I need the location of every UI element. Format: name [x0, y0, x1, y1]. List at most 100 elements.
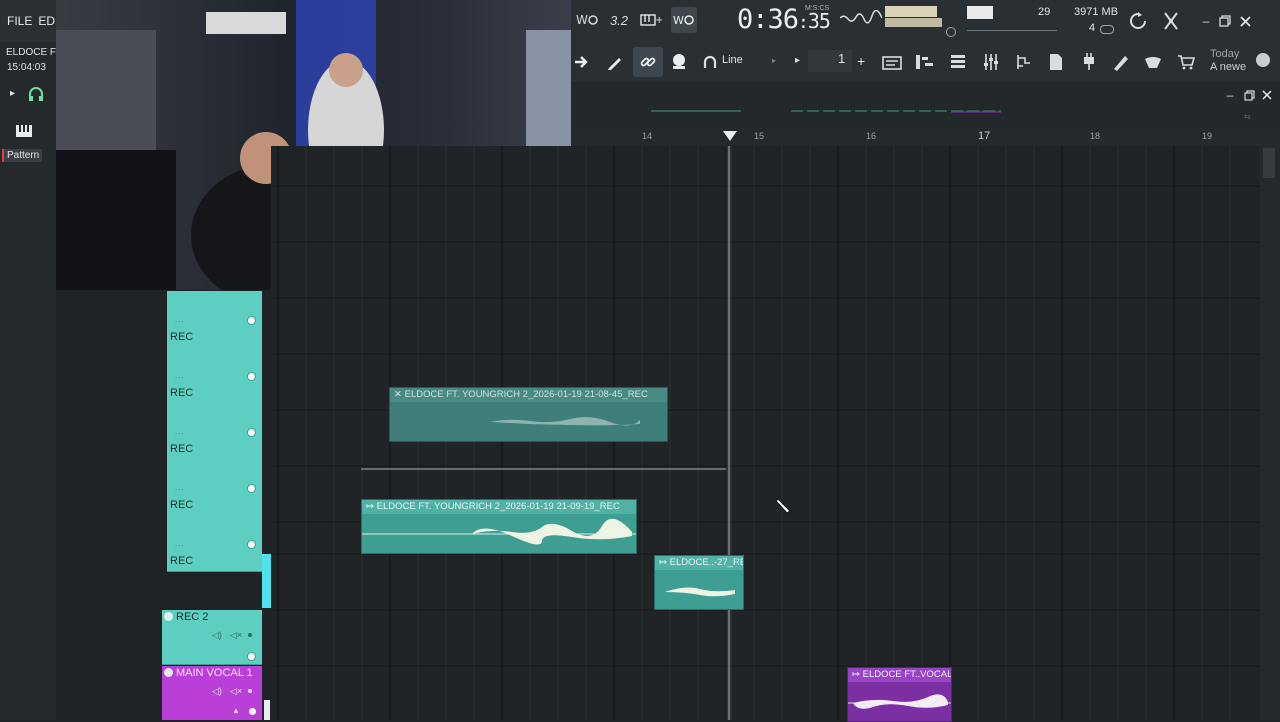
- mixer-icon[interactable]: [978, 49, 1004, 75]
- channel-rack-icon[interactable]: [945, 49, 971, 75]
- clip-waveform: [362, 515, 636, 553]
- metronome-icon[interactable]: W: [574, 7, 600, 33]
- mute-speaker-icon[interactable]: ◁×: [230, 630, 242, 641]
- recording-mode-icon[interactable]: W: [671, 7, 697, 33]
- pattern-selector[interactable]: 1: [808, 50, 852, 72]
- track-label: MAIN VOCAL 1: [176, 667, 253, 679]
- ruler-bar-15: 15: [754, 131, 765, 141]
- paint-tool-icon[interactable]: [666, 49, 692, 75]
- cpu-value: 29: [1038, 6, 1051, 18]
- mouse-cursor-icon: [775, 497, 794, 520]
- track-header-2[interactable]: ... REC: [167, 347, 262, 404]
- audio-clip[interactable]: ✕ ELDOCE FT. YOUNGRICH 2_2026-01-19 21-0…: [389, 387, 668, 442]
- midi-learn-icon[interactable]: [1158, 8, 1184, 34]
- track-mute-led[interactable]: [247, 540, 256, 549]
- track-label: REC 2: [176, 611, 209, 623]
- track-header-5[interactable]: ... REC: [167, 515, 262, 572]
- track-header-3[interactable]: ... REC: [167, 403, 262, 460]
- channel-routing-icon[interactable]: [1011, 49, 1037, 75]
- track-mute-led[interactable]: [247, 316, 256, 325]
- snap-selector[interactable]: Line: [722, 54, 743, 66]
- track-header-6[interactable]: REC 2 ◁) ◁×: [162, 610, 262, 665]
- playlist-icon[interactable]: [879, 49, 905, 75]
- pattern-tab[interactable]: Pattern: [2, 149, 43, 162]
- plugin-plug-icon[interactable]: [1076, 49, 1102, 75]
- clip-play-icon[interactable]: ↦: [659, 557, 670, 568]
- add-pattern-icon[interactable]: +: [857, 53, 865, 69]
- draw-tool-icon[interactable]: [602, 49, 628, 75]
- clip-title: ELDOCE..-27_REC: [669, 557, 743, 568]
- browser-file-icon[interactable]: [1043, 49, 1069, 75]
- file-menu[interactable]: FILE: [7, 14, 32, 28]
- session-clock: 15:04:03: [7, 62, 46, 73]
- pencil-edit-icon[interactable]: [1108, 49, 1134, 75]
- track-arm-icon[interactable]: [164, 612, 173, 621]
- news-date: Today: [1210, 48, 1240, 60]
- svg-text:W: W: [576, 13, 588, 27]
- track-mute-led[interactable]: [247, 428, 256, 437]
- vertical-scrollbar[interactable]: [1260, 128, 1280, 720]
- link-tool-icon[interactable]: [633, 47, 663, 77]
- timeline-ruler[interactable]: [571, 128, 1260, 147]
- scroll-arrows-icon[interactable]: ⇆: [1244, 112, 1251, 121]
- svg-text:W: W: [673, 14, 684, 27]
- track-collapse-icon[interactable]: ▲: [232, 706, 240, 715]
- track-dot-icon[interactable]: [248, 689, 252, 693]
- master-volume-knob[interactable]: [946, 27, 956, 37]
- magnet-snap-icon[interactable]: [697, 49, 723, 75]
- audio-clip[interactable]: ↦ ELDOCE FT. YOUNGRICH 2_2026-01-19 21-0…: [361, 499, 637, 554]
- track-mute-led[interactable]: [247, 484, 256, 493]
- clip-waveform: [390, 403, 667, 441]
- audio-clip[interactable]: ↦ ELDOCE..-27_REC: [654, 555, 744, 610]
- typing-keyboard-icon[interactable]: +: [638, 7, 664, 33]
- piano-roll-icon[interactable]: [912, 49, 938, 75]
- marketplace-icon[interactable]: [1140, 49, 1166, 75]
- master-level-meter-2: [885, 18, 942, 27]
- clip-title: ELDOCE FT..VOCAL 1: [862, 669, 951, 680]
- track-grip-icon: ...: [175, 315, 185, 324]
- track-mute-led[interactable]: [247, 372, 256, 381]
- playlist-close-icon[interactable]: [1254, 82, 1280, 108]
- pattern-prev-icon[interactable]: ▸: [795, 55, 800, 66]
- audio-clip[interactable]: ↦ ELDOCE FT..VOCAL 1: [847, 667, 952, 722]
- headphones-icon[interactable]: [28, 86, 44, 107]
- speaker-icon[interactable]: ◁): [212, 630, 222, 641]
- undo-history-icon[interactable]: [1125, 8, 1151, 34]
- session-name: ELDOCE F: [6, 47, 57, 58]
- clip-play-icon[interactable]: ↦: [366, 501, 377, 512]
- ruler-bar-18: 18: [1090, 131, 1101, 141]
- track-dot-icon[interactable]: [248, 633, 252, 637]
- track-mute-led[interactable]: [247, 652, 256, 661]
- close-clip-icon[interactable]: ✕: [394, 389, 405, 400]
- overview-strip[interactable]: [651, 106, 1091, 116]
- track-label: REC: [170, 331, 194, 343]
- arrow-right-icon[interactable]: [569, 49, 595, 75]
- playhead-marker-icon[interactable]: [723, 128, 737, 146]
- piano-icon[interactable]: [16, 124, 32, 142]
- clip-play-icon[interactable]: ↦: [852, 669, 863, 680]
- track-label: REC: [170, 387, 194, 399]
- online-globe-icon[interactable]: [1256, 53, 1270, 67]
- master-pitch-slider[interactable]: [967, 6, 993, 19]
- clip-waveform: [655, 571, 743, 609]
- track-header-4[interactable]: ... REC: [167, 459, 262, 516]
- playlist-header: [571, 82, 1280, 128]
- track-label: REC: [170, 443, 194, 455]
- track-arm-icon[interactable]: [164, 668, 173, 677]
- close-window-icon[interactable]: [1232, 8, 1258, 34]
- tempo-display[interactable]: 3.2: [606, 7, 632, 33]
- shop-cart-icon[interactable]: [1173, 49, 1199, 75]
- track-selection-marker: [264, 700, 270, 720]
- expand-arrow-icon[interactable]: ▸: [10, 88, 15, 99]
- snap-dropdown-icon[interactable]: ▸: [772, 56, 776, 65]
- track-grip-icon: ...: [175, 427, 185, 436]
- mute-speaker-icon[interactable]: ◁×: [230, 686, 242, 697]
- browser-panel: [0, 42, 56, 720]
- track-mute-led[interactable]: [249, 708, 256, 715]
- track-header-1[interactable]: ... REC: [167, 291, 262, 348]
- polyphony-value: 4: [1089, 22, 1096, 34]
- cpu-graph: [967, 30, 1057, 31]
- speaker-icon[interactable]: ◁): [212, 686, 222, 697]
- track-header-7[interactable]: MAIN VOCAL 1 ◁) ◁× ▲: [162, 666, 262, 720]
- news-headline[interactable]: A newe: [1210, 61, 1246, 73]
